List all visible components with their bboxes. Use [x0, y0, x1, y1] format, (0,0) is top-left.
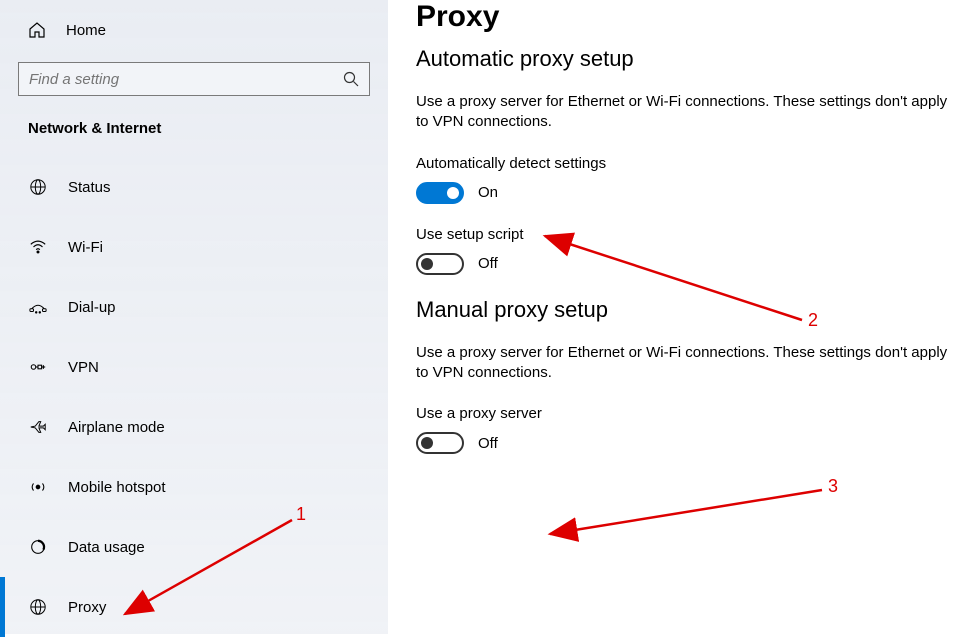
annotation-label-1: 1: [296, 504, 306, 525]
auto-detect-state: On: [478, 184, 498, 201]
search-box[interactable]: [18, 62, 370, 96]
auto-proxy-description: Use a proxy server for Ethernet or Wi-Fi…: [416, 92, 952, 133]
manual-proxy-section-title: Manual proxy setup: [416, 297, 952, 323]
auto-proxy-section-title: Automatic proxy setup: [416, 46, 952, 72]
sidebar: Home Network & Internet Status Wi-Fi Dia…: [0, 0, 388, 634]
sidebar-item-airplane[interactable]: Airplane mode: [0, 397, 388, 457]
hotspot-icon: [28, 477, 48, 497]
sidebar-item-proxy[interactable]: Proxy: [0, 577, 388, 637]
manual-proxy-description: Use a proxy server for Ethernet or Wi-Fi…: [416, 343, 952, 384]
sidebar-item-label: Status: [68, 179, 111, 196]
sidebar-item-label: VPN: [68, 359, 99, 376]
vpn-icon: [28, 357, 48, 377]
sidebar-item-label: Wi-Fi: [68, 239, 103, 256]
home-icon: [28, 21, 46, 39]
sidebar-item-label: Dial-up: [68, 299, 116, 316]
sidebar-item-dialup[interactable]: Dial-up: [0, 277, 388, 337]
airplane-icon: [28, 417, 48, 437]
use-proxy-label: Use a proxy server: [416, 405, 952, 422]
use-proxy-state: Off: [478, 435, 498, 452]
globe-icon: [28, 177, 48, 197]
home-link[interactable]: Home: [0, 8, 388, 52]
sidebar-item-wifi[interactable]: Wi-Fi: [0, 217, 388, 277]
setup-script-toggle[interactable]: [416, 253, 464, 275]
sidebar-item-label: Data usage: [68, 539, 145, 556]
annotation-label-2: 2: [808, 310, 818, 331]
search-input[interactable]: [29, 71, 343, 88]
content-panel: Proxy Automatic proxy setup Use a proxy …: [388, 0, 980, 634]
data-usage-icon: [28, 537, 48, 557]
home-label: Home: [66, 22, 106, 39]
sidebar-item-hotspot[interactable]: Mobile hotspot: [0, 457, 388, 517]
sidebar-item-label: Airplane mode: [68, 419, 165, 436]
sidebar-item-label: Mobile hotspot: [68, 479, 166, 496]
annotation-label-3: 3: [828, 476, 838, 497]
proxy-icon: [28, 597, 48, 617]
use-proxy-toggle[interactable]: [416, 432, 464, 454]
wifi-icon: [28, 237, 48, 257]
sidebar-item-status[interactable]: Status: [0, 157, 388, 217]
auto-detect-label: Automatically detect settings: [416, 155, 952, 172]
setup-script-state: Off: [478, 255, 498, 272]
page-title: Proxy: [416, 0, 952, 34]
dialup-icon: [28, 297, 48, 317]
sidebar-item-vpn[interactable]: VPN: [0, 337, 388, 397]
sidebar-item-datausage[interactable]: Data usage: [0, 517, 388, 577]
category-title: Network & Internet: [0, 120, 388, 157]
search-icon: [343, 71, 359, 87]
setup-script-label: Use setup script: [416, 226, 952, 243]
sidebar-item-label: Proxy: [68, 599, 106, 616]
auto-detect-toggle[interactable]: [416, 182, 464, 204]
